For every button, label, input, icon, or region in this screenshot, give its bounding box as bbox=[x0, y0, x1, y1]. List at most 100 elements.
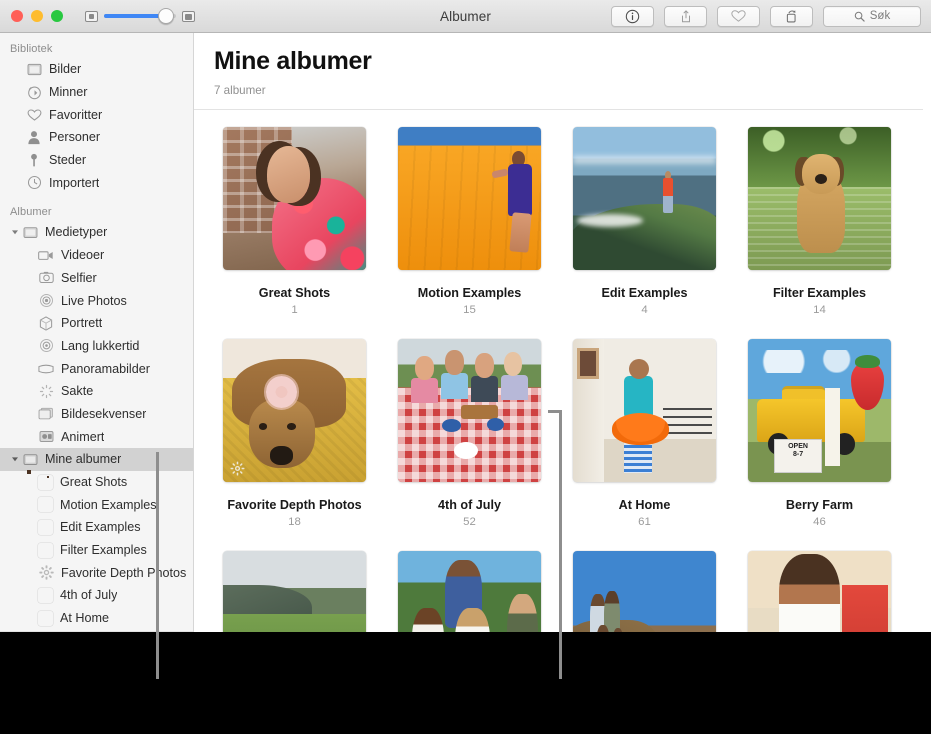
close-button[interactable] bbox=[11, 10, 23, 22]
album-cell[interactable]: Great Shots 1 bbox=[207, 127, 382, 316]
sidebar-item-label: At Home bbox=[60, 611, 109, 625]
zoom-button[interactable] bbox=[51, 10, 63, 22]
sidebar-item-motion-examples[interactable]: Motion Examples bbox=[0, 493, 193, 516]
album-cell[interactable]: Favorite Depth Photos 18 bbox=[207, 339, 382, 528]
clock-icon bbox=[26, 175, 42, 191]
chevron-down-icon[interactable] bbox=[10, 455, 19, 463]
sidebar-item-bilder[interactable]: Bilder bbox=[0, 58, 193, 81]
favorite-button[interactable] bbox=[717, 6, 760, 27]
cube-icon bbox=[38, 315, 54, 331]
album-cell-partial[interactable] bbox=[732, 551, 907, 632]
sidebar-item-steder[interactable]: Steder bbox=[0, 149, 193, 172]
album-thumbnail[interactable] bbox=[223, 551, 366, 632]
sidebar-item-animert[interactable]: Animert bbox=[0, 425, 193, 448]
album-thumbnail[interactable] bbox=[748, 127, 891, 270]
album-thumbnail-wrap bbox=[398, 127, 541, 270]
sidebar-item-at-home[interactable]: At Home bbox=[0, 607, 193, 630]
sidebar-item-label: Personer bbox=[49, 130, 100, 144]
album-thumbnail-wrap bbox=[748, 127, 891, 270]
album-cell-partial[interactable] bbox=[557, 551, 732, 632]
sidebar-item-label: Sakte bbox=[61, 384, 93, 398]
grid-row-spacer bbox=[382, 316, 557, 339]
screenshot-root: Albumer bbox=[0, 0, 931, 734]
sidebar-item-portrett[interactable]: Portrett bbox=[0, 312, 193, 335]
album-thumbnail[interactable] bbox=[223, 339, 366, 482]
sidebar-item-great-shots[interactable]: Great Shots bbox=[0, 471, 193, 494]
large-thumbnail-icon bbox=[182, 11, 195, 22]
sidebar-item-label: Animert bbox=[61, 430, 104, 444]
sidebar-item-sakte[interactable]: Sakte bbox=[0, 380, 193, 403]
album-thumbnail-wrap bbox=[398, 551, 541, 632]
sidebar-item-favorite-depth-photos[interactable]: Favorite Depth Photos bbox=[0, 561, 193, 584]
sidebar-item-importert[interactable]: Importert bbox=[0, 171, 193, 194]
sidebar-item-lang-lukkertid[interactable]: Lang lukkertid bbox=[0, 335, 193, 358]
album-thumbnail-wrap: OPEN8-7 bbox=[748, 339, 891, 482]
sidebar-item-label: Bildesekvenser bbox=[61, 407, 146, 421]
pin-icon bbox=[26, 152, 42, 168]
sidebar-section-header-library: Bibliotek bbox=[0, 39, 193, 58]
album-cell[interactable]: Edit Examples 4 bbox=[557, 127, 732, 316]
folder-icon bbox=[22, 224, 38, 240]
sidebar-item-label: Minner bbox=[49, 85, 88, 99]
rotate-button[interactable] bbox=[770, 6, 813, 27]
album-cell-partial[interactable] bbox=[207, 551, 382, 632]
album-thumbnail[interactable]: OPEN8-7 bbox=[748, 339, 891, 482]
sidebar-item-4th-of-july[interactable]: 4th of July bbox=[0, 584, 193, 607]
person-icon bbox=[26, 129, 42, 145]
info-button[interactable] bbox=[611, 6, 654, 27]
album-name: Filter Examples bbox=[732, 286, 907, 300]
album-thumbnail-wrap bbox=[573, 339, 716, 482]
thumbnail-size-slider[interactable] bbox=[85, 11, 195, 22]
sidebar-item-videoer[interactable]: Videoer bbox=[0, 244, 193, 267]
sidebar-item-minner[interactable]: Minner bbox=[0, 81, 193, 104]
share-button[interactable] bbox=[664, 6, 707, 27]
sidebar-item-panoramabilder[interactable]: Panoramabilder bbox=[0, 357, 193, 380]
album-name: Great Shots bbox=[207, 286, 382, 300]
album-cell[interactable]: Motion Examples 15 bbox=[382, 127, 557, 316]
callout-line-grid bbox=[559, 410, 562, 679]
chevron-down-icon[interactable] bbox=[10, 228, 19, 236]
albums-grid: Great Shots 1 bbox=[194, 110, 931, 632]
sidebar-item-label: Filter Examples bbox=[60, 543, 147, 557]
sidebar-item-medietyper[interactable]: Medietyper bbox=[0, 221, 193, 244]
sidebar-item-bildesekvenser[interactable]: Bildesekvenser bbox=[0, 403, 193, 426]
sidebar-item-favoritter[interactable]: Favoritter bbox=[0, 103, 193, 126]
album-thumbnail[interactable] bbox=[573, 127, 716, 270]
aperture-icon bbox=[230, 461, 245, 476]
album-cell[interactable]: Filter Examples 14 bbox=[732, 127, 907, 316]
slider-track[interactable] bbox=[104, 14, 176, 18]
album-thumbnail[interactable] bbox=[398, 551, 541, 632]
album-cell[interactable]: OPEN8-7 Berry Farm 46 bbox=[732, 339, 907, 528]
album-cell-partial[interactable] bbox=[382, 551, 557, 632]
heart-icon bbox=[731, 9, 746, 23]
grid-row-spacer bbox=[557, 316, 732, 339]
sidebar-item-label: Mine albumer bbox=[45, 452, 121, 466]
album-thumbnail-wrap bbox=[573, 127, 716, 270]
sidebar-item-personer[interactable]: Personer bbox=[0, 126, 193, 149]
sidebar-item-label: Lang lukkertid bbox=[61, 339, 139, 353]
minimize-button[interactable] bbox=[31, 10, 43, 22]
album-cell[interactable]: At Home 61 bbox=[557, 339, 732, 528]
sidebar-item-label: Importert bbox=[49, 176, 99, 190]
album-thumbnail[interactable] bbox=[223, 127, 366, 270]
photos-app-window: Albumer bbox=[0, 0, 931, 632]
slider-knob[interactable] bbox=[158, 8, 174, 24]
album-cell[interactable]: 4th of July 52 bbox=[382, 339, 557, 528]
album-thumbnail[interactable] bbox=[573, 339, 716, 482]
album-thumbnail bbox=[38, 611, 53, 626]
sidebar-item-live-photos[interactable]: Live Photos bbox=[0, 289, 193, 312]
sidebar-item-filter-examples[interactable]: Filter Examples bbox=[0, 539, 193, 562]
search-field[interactable]: Søk bbox=[823, 6, 921, 27]
album-thumbnail[interactable] bbox=[398, 127, 541, 270]
album-thumbnail-wrap bbox=[748, 551, 891, 632]
berry-sign-text: OPEN8-7 bbox=[777, 443, 820, 458]
sidebar-item-selfier[interactable]: Selfier bbox=[0, 267, 193, 290]
sidebar-item-mine-albumer[interactable]: Mine albumer bbox=[0, 448, 193, 471]
folder-icon bbox=[22, 451, 38, 467]
album-thumbnail[interactable] bbox=[573, 551, 716, 632]
memories-icon bbox=[26, 84, 42, 100]
live-photo-icon bbox=[38, 293, 54, 309]
sidebar-item-edit-examples[interactable]: Edit Examples bbox=[0, 516, 193, 539]
album-thumbnail[interactable] bbox=[398, 339, 541, 482]
album-thumbnail[interactable] bbox=[748, 551, 891, 632]
